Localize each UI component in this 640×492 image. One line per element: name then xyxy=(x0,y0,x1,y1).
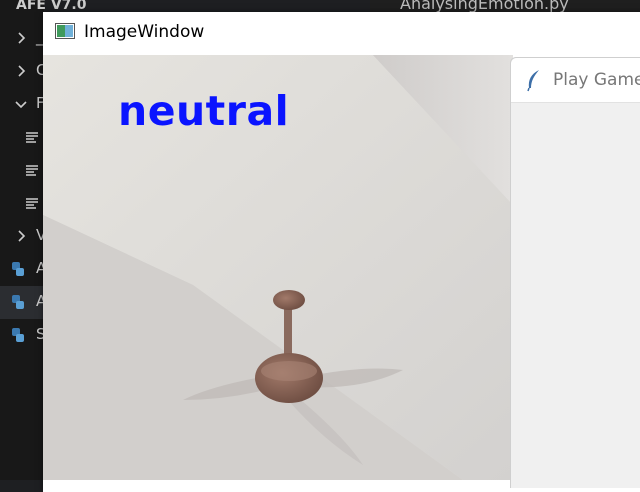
explorer-row-python-3[interactable]: S xyxy=(0,319,46,352)
chevron-right-icon xyxy=(18,65,26,77)
text-file-icon xyxy=(26,132,38,143)
text-file-icon xyxy=(26,198,38,209)
chevron-right-icon xyxy=(18,230,26,242)
chevron-down-icon xyxy=(15,101,27,109)
python-icon xyxy=(12,262,24,276)
explorer-row-folder-3[interactable]: F xyxy=(0,88,45,121)
chevron-right-icon xyxy=(18,32,26,44)
play-game-titlebar[interactable]: Play Game xyxy=(511,58,640,103)
play-game-window: Play Game xyxy=(510,57,640,488)
explorer-row-python-1[interactable]: A xyxy=(0,253,46,286)
image-window-titlebar[interactable]: ImageWindow xyxy=(43,12,640,55)
play-game-title: Play Game xyxy=(553,70,640,90)
opencv-window-icon xyxy=(55,23,75,39)
explorer-row-folder-1[interactable]: _ xyxy=(0,22,44,55)
python-icon xyxy=(12,328,24,342)
image-window-title: ImageWindow xyxy=(84,22,205,42)
explorer-row-folder-2[interactable]: C xyxy=(0,55,46,88)
emotion-label: neutral xyxy=(118,87,290,135)
explorer-row-python-2[interactable]: A xyxy=(0,286,46,319)
explorer-sidebar: AFE V7.0 _ C F V A A S xyxy=(0,0,86,480)
text-file-icon xyxy=(26,165,38,176)
explorer-row-folder-4[interactable]: V xyxy=(0,220,46,253)
explorer-row-file-3[interactable] xyxy=(0,187,44,220)
tk-feather-icon xyxy=(527,70,539,92)
explorer-row-file-2[interactable] xyxy=(0,154,44,187)
explorer-row-file-1[interactable] xyxy=(0,121,44,154)
python-icon xyxy=(12,295,24,309)
camera-feed: neutral xyxy=(43,55,513,480)
